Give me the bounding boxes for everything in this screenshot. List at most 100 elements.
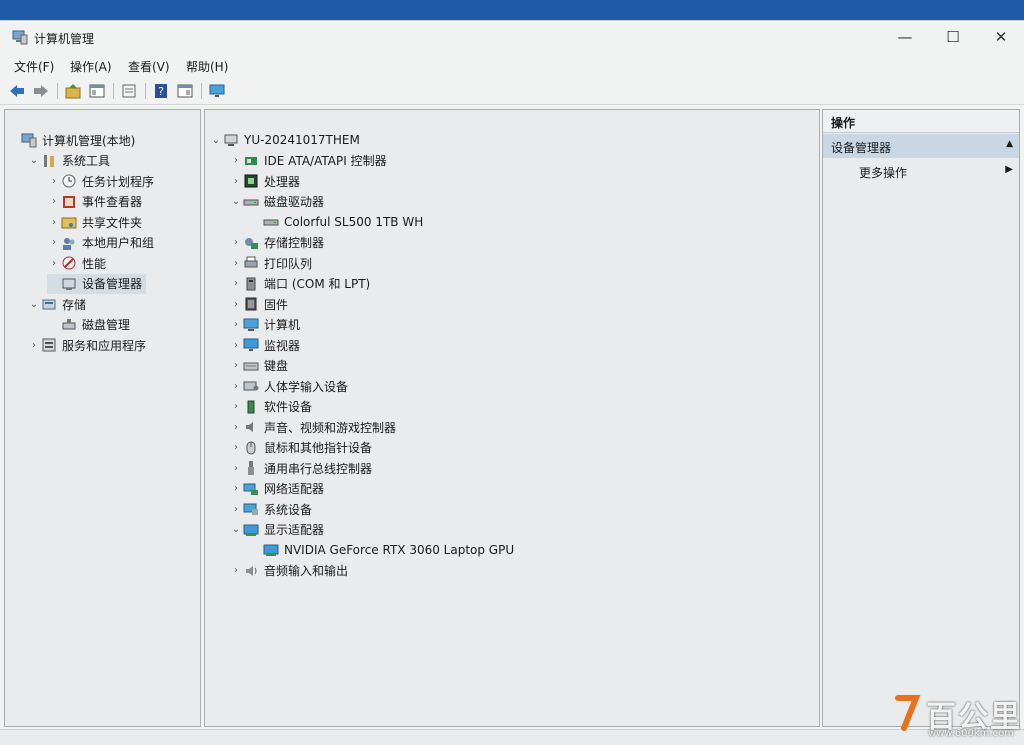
nav-tree-item[interactable]: › 任务计划程序 [47,171,154,191]
chevron-right-icon[interactable]: › [229,253,243,273]
chevron-right-icon[interactable]: › [229,438,243,458]
device-tree-item[interactable]: ⌄ 显示适配器 [229,520,324,540]
more-actions-item[interactable]: 更多操作 ▶ [823,160,1019,182]
device-tree-item-label: 端口 (COM 和 LPT) [264,277,371,291]
nav-tree-item[interactable]: ⌄ 系统工具 [27,151,110,171]
disk-drive-icon [243,194,259,210]
computer-management-app-icon [12,29,28,45]
chevron-right-icon[interactable]: › [47,171,61,191]
device-tree-item[interactable]: › 固件 [229,294,288,314]
system-tools-icon [41,153,57,169]
chevron-right-icon[interactable]: › [47,212,61,232]
chevron-down-icon[interactable]: ⌄ [27,294,41,314]
chevron-right-icon[interactable]: › [229,233,243,253]
maximize-button[interactable]: ☐ [930,25,976,49]
device-tree-item[interactable]: › 打印队列 [229,253,312,273]
device-tree-item[interactable]: › 存储控制器 [229,233,324,253]
device-tree-item-label: 声音、视频和游戏控制器 [264,420,397,435]
nav-tree-item[interactable]: ⌄ 存储 [27,294,86,314]
chevron-right-icon[interactable]: › [47,253,61,273]
chevron-down-icon[interactable]: ⌄ [229,192,243,212]
collapse-up-icon[interactable]: ▲ [1006,139,1013,149]
device-tree-item[interactable]: › 音频输入和输出 [229,561,348,581]
desktop-top-strip [0,0,1024,22]
forward-arrow-icon[interactable] [32,82,50,100]
device-tree-item[interactable]: › 键盘 [229,356,288,376]
menu-view[interactable]: 查看(V) [128,58,170,75]
menu-file[interactable]: 文件(F) [14,58,54,75]
chevron-right-icon[interactable]: › [229,294,243,314]
nav-tree-item[interactable]: 设备管理器 [47,273,147,294]
monitor-icon[interactable] [208,82,226,100]
nav-tree-item-label: 性能 [82,256,107,271]
chevron-down-icon[interactable]: ⌄ [229,520,243,540]
chevron-right-icon[interactable]: › [229,561,243,581]
back-arrow-icon[interactable] [8,82,26,100]
show-hide-action-pane-icon[interactable] [176,82,194,100]
device-manager-icon [61,276,77,292]
chevron-right-icon[interactable]: › [229,356,243,376]
chevron-right-icon[interactable]: › [229,417,243,437]
device-tree-item[interactable]: › 系统设备 [229,499,312,519]
menu-help[interactable]: 帮助(H) [186,58,228,75]
close-button[interactable]: ✕ [978,25,1024,49]
nav-tree-item-label: 事件查看器 [82,195,143,209]
device-tree-item[interactable]: › 计算机 [229,315,300,335]
device-tree-item[interactable]: › 网络适配器 [229,479,324,499]
nav-tree-item[interactable]: › 共享文件夹 [47,212,142,232]
chevron-right-icon[interactable]: › [229,376,243,396]
chevron-down-icon[interactable]: ⌄ [27,151,41,171]
up-folder-icon[interactable] [64,82,82,100]
chevron-right-icon[interactable]: › [229,397,243,417]
minimize-button[interactable]: — [882,25,928,49]
device-tree-item[interactable]: Colorful SL500 1TB WH [249,212,423,232]
device-tree-item[interactable]: › 鼠标和其他指针设备 [229,438,372,458]
chevron-right-icon[interactable]: › [27,335,41,355]
chevron-down-icon[interactable]: ⌄ [209,130,223,150]
device-tree-item[interactable]: ⌄ YU-20241017THEM [209,130,360,150]
ide-controller-icon [243,153,259,169]
chevron-right-icon[interactable]: › [229,335,243,355]
keyboard-icon [243,358,259,374]
chevron-right-icon[interactable]: › [229,171,243,191]
chevron-right-icon[interactable]: › [47,233,61,253]
device-tree-item[interactable]: ⌄ 磁盘驱动器 [229,192,324,212]
device-tree-item-label: 计算机 [264,318,301,332]
device-tree-item-label: 通用串行总线控制器 [264,461,373,476]
nav-tree-item[interactable]: › 事件查看器 [47,192,142,212]
device-tree-item[interactable]: › 人体学输入设备 [229,376,348,396]
device-tree-item[interactable]: › 声音、视频和游戏控制器 [229,417,396,437]
software-device-icon [243,399,259,415]
chevron-right-icon[interactable]: › [47,192,61,212]
device-tree-item[interactable]: › 软件设备 [229,397,312,417]
chevron-right-icon[interactable]: › [229,499,243,519]
port-icon [243,276,259,292]
device-tree-item[interactable]: › 端口 (COM 和 LPT) [229,274,370,294]
device-tree-item[interactable]: › IDE ATA/ATAPI 控制器 [229,151,387,171]
nav-tree-item[interactable]: 计算机管理(本地) [7,130,135,150]
chevron-right-icon[interactable]: › [229,151,243,171]
device-tree-item-label: 磁盘驱动器 [264,195,325,209]
toolbar-separator [57,83,58,99]
chevron-right-icon[interactable]: › [229,274,243,294]
nav-tree-item-label: 设备管理器 [82,277,143,291]
device-tree-item[interactable]: › 监视器 [229,335,300,355]
show-hide-tree-icon[interactable] [88,82,106,100]
properties-icon[interactable] [120,82,138,100]
nav-tree-item[interactable]: › 本地用户和组 [47,233,154,253]
device-tree-item[interactable]: › 处理器 [229,171,300,191]
device-tree-item[interactable]: NVIDIA GeForce RTX 3060 Laptop GPU [249,540,514,560]
chevron-right-icon[interactable]: › [229,479,243,499]
nav-tree-item[interactable]: › 服务和应用程序 [27,335,146,355]
nav-tree-item[interactable]: 磁盘管理 [47,315,130,335]
device-tree-item-label: 打印队列 [264,256,313,271]
menu-action[interactable]: 操作(A) [70,58,112,75]
device-tree-item-label: 显示适配器 [264,523,325,537]
chevron-right-icon[interactable]: › [229,315,243,335]
actions-group-device-manager[interactable]: 设备管理器 ▲ [823,134,1019,158]
nav-tree-item[interactable]: › 性能 [47,253,106,273]
help-icon[interactable]: ? [152,82,170,100]
chevron-right-icon[interactable]: › [229,458,243,478]
computer-icon [243,317,259,333]
device-tree-item[interactable]: › 通用串行总线控制器 [229,458,372,478]
